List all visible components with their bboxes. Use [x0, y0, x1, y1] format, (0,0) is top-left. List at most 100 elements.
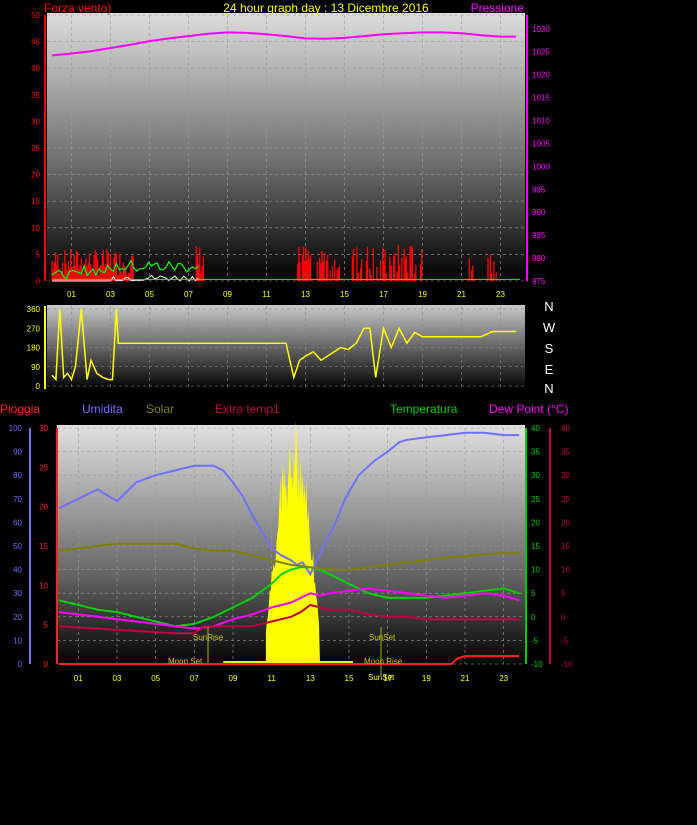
compass-label: N: [544, 381, 553, 396]
x-tick-label: 19: [418, 290, 427, 299]
pressure-axis-label: Pressione: [471, 1, 525, 15]
temperature-tick-label: 5: [531, 589, 536, 598]
dew-tick-label: -10: [561, 660, 573, 669]
rain-tick-label: 20: [39, 503, 48, 512]
temperature-tick-label: 25: [531, 495, 540, 504]
temperature-tick-label: -5: [531, 636, 539, 645]
humidity-tick-label: 10: [13, 636, 22, 645]
x-tick-label: 07: [190, 674, 199, 683]
x-tick-label: 21: [457, 290, 466, 299]
humidity-tick-label: 50: [13, 542, 22, 551]
temperature-axis-ticks: -10 -5 0 5 10 15 20 25 30 35 40: [531, 424, 543, 669]
dew-tick-label: 20: [561, 518, 570, 527]
rain-tick-label: 30: [39, 424, 48, 433]
direction-tick-label: 360: [27, 305, 41, 314]
temperature-tick-label: 10: [531, 566, 540, 575]
dew-tick-label: 30: [561, 471, 570, 480]
wind-tick-label: 30: [31, 117, 40, 126]
temperature-tick-label: 35: [531, 448, 540, 457]
dew-tick-label: 25: [561, 495, 570, 504]
dew-tick-label: 10: [561, 566, 570, 575]
pressure-tick-label: 1005: [532, 139, 550, 148]
legend-solar: Solar: [146, 402, 174, 416]
x-tick-label: 05: [145, 290, 154, 299]
rain-tick-label: 25: [39, 463, 48, 472]
sunset-label-2: SunSet: [368, 673, 395, 682]
humidity-tick-label: 0: [18, 660, 23, 669]
direction-tick-label: 270: [27, 324, 41, 333]
rain-tick-label: 5: [44, 621, 49, 630]
x-tick-label: 21: [461, 674, 470, 683]
panel-wind-pressure: [47, 13, 525, 282]
x-tick-label: 11: [268, 674, 277, 683]
wind-tick-label: 40: [31, 64, 40, 73]
humidity-tick-label: 80: [13, 471, 22, 480]
direction-tick-label: 90: [31, 363, 40, 372]
dew-tick-label: -5: [561, 636, 569, 645]
pressure-tick-label: 995: [532, 185, 546, 194]
sunset-label: SunSet: [369, 633, 396, 642]
wind-tick-label: 5: [36, 250, 41, 259]
x-tick-label: 09: [229, 674, 238, 683]
x-tick-label: 03: [106, 290, 115, 299]
x-tick-label: 17: [379, 290, 388, 299]
legend-temperature: Temperatura: [390, 402, 458, 416]
dew-axis-ticks: -10 -5 0 5 10 15 20 25 30 35 40: [561, 424, 573, 669]
humidity-tick-label: 90: [13, 448, 22, 457]
x-tick-label: 01: [74, 674, 83, 683]
rain-tick-label: 0: [44, 660, 49, 669]
wind-axis-ticks: 0 5 10 15 20 25 30 35 40 45 50: [31, 11, 46, 286]
temperature-tick-label: 15: [531, 542, 540, 551]
chart-title: 24 hour graph day : 13 Dicembre 2016: [223, 1, 429, 15]
legend-rain: Pioggia: [0, 402, 40, 416]
x-tick-label: 15: [340, 290, 349, 299]
x-tick-label: 05: [151, 674, 160, 683]
pressure-tick-label: 1030: [532, 25, 550, 34]
humidity-tick-label: 100: [9, 424, 23, 433]
dew-tick-label: 15: [561, 542, 570, 551]
legend-dew-point: Dew Point (°C): [489, 402, 568, 416]
wind-tick-label: 25: [31, 144, 40, 153]
legend-humidity: Umidita: [82, 402, 123, 416]
pressure-axis-ticks: 975 980 985 990 995 1000 1005 1010 1015 1020 1025 1…: [526, 15, 550, 286]
x-axis-ticks-panel1: 01 03 05 07 09 11 13 15 17 19 21 23: [67, 290, 505, 299]
pressure-tick-label: 1020: [532, 71, 550, 80]
sunrise-label: SunRise: [193, 633, 224, 642]
x-tick-label: 01: [67, 290, 76, 299]
x-tick-label: 11: [262, 290, 271, 299]
wind-tick-label: 0: [36, 277, 41, 286]
wind-tick-label: 20: [31, 171, 40, 180]
rain-tick-label: 10: [39, 581, 48, 590]
pressure-tick-label: 990: [532, 208, 546, 217]
x-tick-label: 13: [301, 290, 310, 299]
dew-tick-label: 0: [561, 613, 566, 622]
x-tick-label: 23: [496, 290, 505, 299]
x-tick-label: 23: [499, 674, 508, 683]
pressure-tick-label: 980: [532, 254, 546, 263]
humidity-tick-label: 60: [13, 518, 22, 527]
rain-tick-label: 15: [39, 542, 48, 551]
pressure-tick-label: 1000: [532, 162, 550, 171]
wind-tick-label: 10: [31, 224, 40, 233]
temperature-tick-label: 40: [531, 424, 540, 433]
wind-tick-label: 45: [31, 38, 40, 47]
wind-tick-label: 15: [31, 197, 40, 206]
panel-wind-direction: [47, 305, 525, 390]
dew-tick-label: 35: [561, 448, 570, 457]
pressure-tick-label: 975: [532, 277, 546, 286]
x-tick-label: 13: [306, 674, 315, 683]
dew-tick-label: 5: [561, 589, 566, 598]
humidity-tick-label: 70: [13, 495, 22, 504]
humidity-tick-label: 40: [13, 566, 22, 575]
pressure-tick-label: 1010: [532, 116, 550, 125]
x-tick-label: 19: [422, 674, 431, 683]
compass-label: W: [543, 320, 556, 335]
temperature-tick-label: 30: [531, 471, 540, 480]
temperature-tick-label: 20: [531, 518, 540, 527]
temperature-tick-label: 0: [531, 613, 536, 622]
wind-axis-label: Forza vento): [44, 1, 111, 15]
temperature-tick-label: -10: [531, 660, 543, 669]
pressure-tick-label: 1025: [532, 48, 550, 57]
wind-tick-label: 35: [31, 91, 40, 100]
legend-extra-temp: Extra temp1: [215, 402, 280, 416]
